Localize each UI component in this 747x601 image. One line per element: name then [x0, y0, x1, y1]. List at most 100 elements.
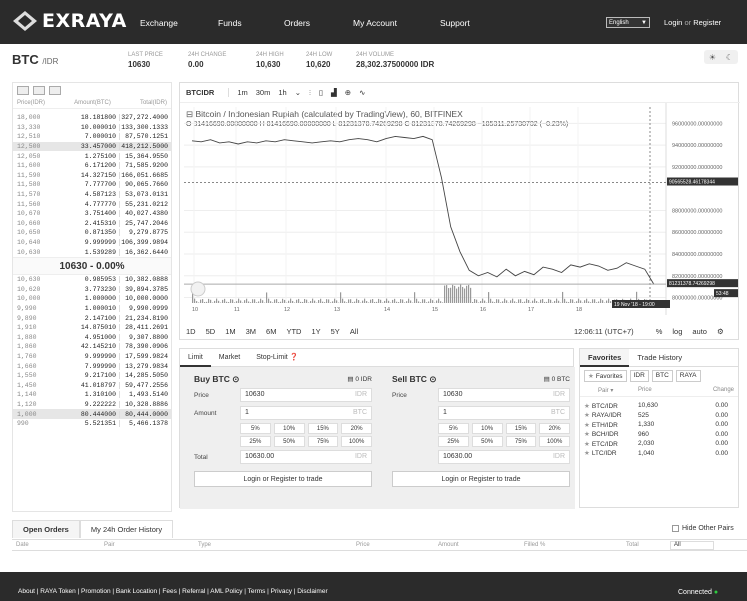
star-icon[interactable]: ★: [584, 412, 590, 419]
orderbook-row[interactable]: 10,000 1.000000 10,000.0000: [13, 294, 171, 304]
login-link[interactable]: Login: [664, 18, 682, 27]
orderbook-row[interactable]: 18,000 18.181800 327,272.4000: [13, 113, 171, 123]
orders-filter-select[interactable]: All: [670, 541, 714, 550]
indicator-icon[interactable]: ⫶: [309, 88, 311, 98]
interval-1m[interactable]: 1m: [237, 88, 247, 97]
orderbook-row[interactable]: 11,560 4.777770 55,231.0212: [13, 199, 171, 209]
orderbook-row[interactable]: 1,880 4.951000 9,307.8800: [13, 332, 171, 342]
star-icon[interactable]: ★: [584, 450, 590, 457]
scale-percent[interactable]: %: [656, 327, 663, 336]
chart-symbol[interactable]: BTCIDR: [186, 88, 230, 97]
range-1y[interactable]: 1Y: [311, 327, 320, 336]
brand-logo[interactable]: EXRAYA: [12, 10, 127, 32]
favorite-row[interactable]: ★ ETC/IDR 2,030 0.00: [580, 439, 738, 449]
pct-button[interactable]: 20%: [341, 423, 372, 434]
buy-total-input[interactable]: 10630.00 IDR: [240, 450, 372, 464]
pct-button[interactable]: 10%: [471, 423, 503, 434]
nav-orders[interactable]: Orders: [284, 18, 310, 28]
star-icon[interactable]: ★: [584, 403, 590, 410]
orderbook-row[interactable]: 13,330 10.000010 133,300.1333: [13, 123, 171, 133]
chart-plot[interactable]: 96000000.00000000 94000000.00000000 920000…: [180, 103, 738, 315]
pct-button[interactable]: 25%: [438, 436, 469, 447]
help-icon[interactable]: ❓: [290, 354, 299, 361]
orderbook-row[interactable]: 990 5.521351 5,466.1378: [13, 419, 171, 429]
filter-favorites[interactable]: ★ Favorites: [584, 370, 627, 382]
tab-market[interactable]: Market: [211, 349, 248, 367]
orderbook-row[interactable]: 10,630 0.985953 10,382.0888: [13, 275, 171, 285]
range-6m[interactable]: 6M: [266, 327, 276, 336]
add-indicator-icon[interactable]: ⊕: [345, 88, 351, 97]
pct-button[interactable]: 50%: [273, 436, 305, 447]
pct-button[interactable]: 15%: [307, 423, 339, 434]
tab-open-orders[interactable]: Open Orders: [12, 520, 80, 538]
pct-button[interactable]: 50%: [471, 436, 503, 447]
tab-order-history[interactable]: My 24h Order History: [79, 520, 174, 538]
nav-funds[interactable]: Funds: [218, 18, 242, 28]
pct-button[interactable]: 5%: [438, 423, 469, 434]
price-chart[interactable]: BTCIDR 1m 30m 1h ⌄ ⫶ ▯ ▟ ⊕ ∿ ⊟ Bitcoin /…: [179, 82, 740, 340]
orderbook-row[interactable]: 1,550 9.217100 14,285.5050: [13, 371, 171, 381]
range-5y[interactable]: 5Y: [331, 327, 340, 336]
sell-price-input[interactable]: 10630 IDR: [438, 388, 570, 402]
tab-limit[interactable]: Limit: [180, 349, 211, 367]
range-all[interactable]: All: [350, 327, 358, 336]
sell-amount-input[interactable]: 1 BTC: [438, 406, 570, 420]
range-1d[interactable]: 1D: [186, 327, 196, 336]
orderbook-row[interactable]: 11,590 14.327150 166,051.6685: [13, 171, 171, 181]
orderbook-row[interactable]: 10,670 3.751400 40,027.4380: [13, 209, 171, 219]
sell-login-button[interactable]: Login or Register to trade: [392, 471, 570, 487]
moon-icon[interactable]: ☾: [726, 53, 733, 62]
buy-amount-input[interactable]: 1 BTC: [240, 406, 372, 420]
filter-btc[interactable]: BTC: [651, 370, 673, 382]
favorite-row[interactable]: ★ LTC/IDR 1,040 0.00: [580, 449, 738, 459]
orderbook-row[interactable]: 10,640 9.999999 106,399.9894: [13, 238, 171, 248]
pct-button[interactable]: 15%: [505, 423, 537, 434]
filter-idr[interactable]: IDR: [629, 370, 649, 382]
scale-log[interactable]: log: [672, 327, 682, 336]
tab-trade-history[interactable]: Trade History: [629, 349, 690, 367]
header-pair[interactable]: Pair ▾: [584, 387, 638, 394]
orderbook-row[interactable]: 1,140 1.310100 1,493.5140: [13, 390, 171, 400]
language-select[interactable]: English ▼: [606, 17, 650, 28]
nav-my-account[interactable]: My Account: [353, 18, 397, 28]
range-3m[interactable]: 3M: [246, 327, 256, 336]
scale-auto[interactable]: auto: [692, 327, 707, 336]
pct-button[interactable]: 10%: [273, 423, 305, 434]
view-asks-icon[interactable]: [49, 86, 61, 95]
interval-30m[interactable]: 30m: [256, 88, 271, 97]
orderbook-row[interactable]: 1,450 41.018797 59,477.2556: [13, 380, 171, 390]
orderbook-row[interactable]: 1,660 7.999990 13,279.9834: [13, 361, 171, 371]
orderbook-row[interactable]: 11,570 4.587123 53,073.0131: [13, 190, 171, 200]
nav-exchange[interactable]: Exchange: [140, 18, 178, 28]
favorite-row[interactable]: ★ BTC/IDR 10,630 0.00: [580, 401, 738, 411]
orderbook-row[interactable]: 1,860 42.145210 78,390.0906: [13, 342, 171, 352]
star-icon[interactable]: ★: [584, 422, 590, 429]
filter-raya[interactable]: RAYA: [675, 370, 701, 382]
header-change[interactable]: Change: [688, 387, 734, 394]
sell-total-input[interactable]: 10630.00 IDR: [438, 450, 570, 464]
orderbook-row[interactable]: 10,660 2.415310 25,747.2046: [13, 219, 171, 229]
pct-button[interactable]: 5%: [240, 423, 271, 434]
orderbook-row[interactable]: 1,910 14.875010 28,411.2691: [13, 323, 171, 333]
tab-favorites[interactable]: Favorites: [580, 348, 630, 367]
gear-icon[interactable]: ⚙: [717, 327, 724, 336]
tab-stop-limit[interactable]: Stop-Limit ❓: [248, 349, 306, 367]
pct-button[interactable]: 100%: [539, 436, 570, 447]
favorite-row[interactable]: ★ RAYA/IDR 525 0.00: [580, 411, 738, 421]
refresh-icon[interactable]: ⊙: [232, 374, 239, 384]
refresh-icon[interactable]: ⊙: [429, 374, 436, 384]
orderbook-row[interactable]: 10,650 0.871350 9,279.8775: [13, 228, 171, 238]
pct-button[interactable]: 75%: [505, 436, 537, 447]
pct-button[interactable]: 75%: [307, 436, 339, 447]
orderbook-row[interactable]: 10,620 3.773230 39,894.3785: [13, 285, 171, 295]
interval-1h[interactable]: 1h: [278, 88, 286, 97]
favorite-row[interactable]: ★ ETH/IDR 1,330 0.00: [580, 420, 738, 430]
pct-button[interactable]: 100%: [341, 436, 372, 447]
checkbox[interactable]: [672, 525, 679, 532]
sun-icon[interactable]: ☀: [709, 53, 716, 62]
range-5d[interactable]: 5D: [206, 327, 216, 336]
orderbook-row[interactable]: 11,580 7.777700 90,065.7660: [13, 180, 171, 190]
range-1m[interactable]: 1M: [225, 327, 235, 336]
orderbook-row[interactable]: 10,630 1.539289 16,362.6440: [13, 247, 171, 257]
orderbook-row[interactable]: 12,050 1.275100 15,364.9550: [13, 151, 171, 161]
